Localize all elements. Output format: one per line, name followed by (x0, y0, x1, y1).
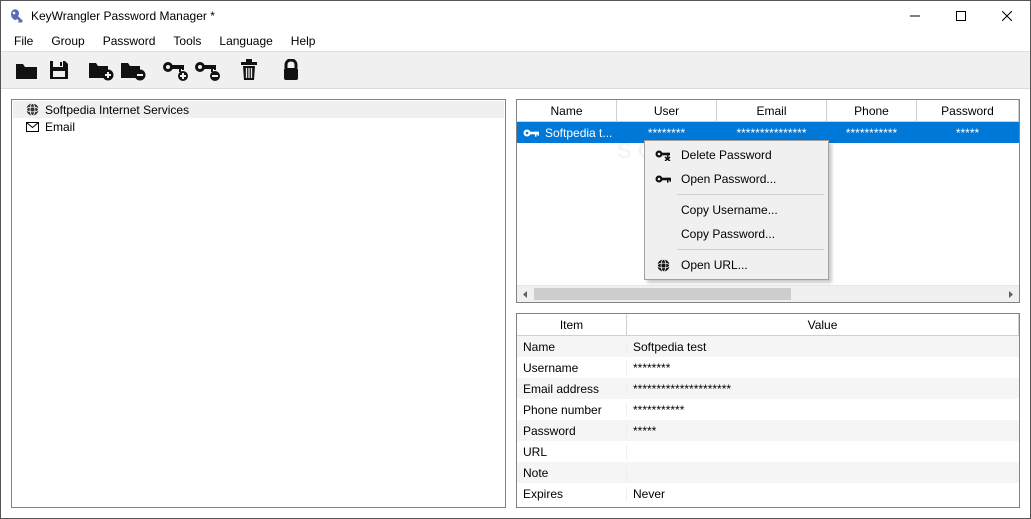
open-file-button[interactable] (11, 54, 43, 86)
ctx-separator (677, 194, 824, 195)
ctx-label: Copy Password... (681, 227, 775, 241)
app-icon (9, 8, 25, 24)
menu-password[interactable]: Password (94, 32, 165, 50)
app-window: KeyWrangler Password Manager * File Grou… (0, 0, 1031, 519)
save-button[interactable] (43, 54, 75, 86)
delete-button[interactable] (233, 54, 265, 86)
details-header: Item Value (517, 314, 1019, 336)
key-icon (523, 128, 539, 138)
column-header-phone[interactable]: Phone (827, 100, 917, 121)
add-group-button[interactable] (85, 54, 117, 86)
group-tree-panel: Softpedia Internet Services Email (11, 99, 506, 508)
scroll-left-button[interactable] (517, 286, 534, 302)
key-icon (653, 174, 673, 184)
ctx-label: Open Password... (681, 172, 776, 186)
detail-row-email: Email address********************* (517, 378, 1019, 399)
close-button[interactable] (984, 1, 1030, 31)
ctx-open-password[interactable]: Open Password... (647, 167, 826, 191)
detail-row-url: URL (517, 441, 1019, 462)
ctx-copy-username[interactable]: Copy Username... (647, 198, 826, 222)
details-header-value[interactable]: Value (627, 314, 1019, 335)
horizontal-scrollbar[interactable] (517, 285, 1019, 302)
list-header: Name User Email Phone Password (517, 100, 1019, 122)
tree-item-label: Email (45, 120, 75, 134)
column-header-name[interactable]: Name (517, 100, 617, 121)
detail-row-note: Note (517, 462, 1019, 483)
menu-file[interactable]: File (5, 32, 42, 50)
tree-item-label: Softpedia Internet Services (45, 103, 189, 117)
minimize-button[interactable] (892, 1, 938, 31)
ctx-delete-password[interactable]: Delete Password (647, 143, 826, 167)
detail-row-name: NameSoftpedia test (517, 336, 1019, 357)
password-list-panel: Name User Email Phone Password Softpedia… (516, 99, 1020, 303)
column-header-password[interactable]: Password (917, 100, 1019, 121)
menu-group[interactable]: Group (42, 32, 93, 50)
details-panel: Item Value NameSoftpedia test Username**… (516, 313, 1020, 508)
detail-row-expires: ExpiresNever (517, 483, 1019, 504)
globe-icon (25, 103, 39, 117)
ctx-separator (677, 249, 824, 250)
menu-help[interactable]: Help (282, 32, 325, 50)
column-header-email[interactable]: Email (717, 100, 827, 121)
menu-language[interactable]: Language (210, 32, 281, 50)
ctx-open-url[interactable]: Open URL... (647, 253, 826, 277)
content-area: Softpedia Internet Services Email Name U… (1, 89, 1030, 518)
ctx-copy-password[interactable]: Copy Password... (647, 222, 826, 246)
globe-icon (653, 259, 673, 272)
ctx-label: Copy Username... (681, 203, 778, 217)
context-menu: Delete Password Open Password... Copy Us… (644, 140, 829, 280)
menubar: File Group Password Tools Language Help (1, 31, 1030, 51)
window-title: KeyWrangler Password Manager * (31, 9, 892, 23)
toolbar (1, 51, 1030, 89)
envelope-icon (25, 120, 39, 134)
detail-row-phone: Phone number*********** (517, 399, 1019, 420)
scroll-right-button[interactable] (1002, 286, 1019, 302)
scroll-track[interactable] (534, 286, 1002, 302)
tree-item-email[interactable]: Email (13, 118, 504, 135)
cell-password: ***** (917, 122, 1019, 143)
scroll-thumb[interactable] (534, 288, 791, 300)
tree-item-internet-services[interactable]: Softpedia Internet Services (13, 101, 504, 118)
maximize-button[interactable] (938, 1, 984, 31)
ctx-label: Open URL... (681, 258, 748, 272)
column-header-user[interactable]: User (617, 100, 717, 121)
cell-name: Softpedia t... (545, 126, 612, 140)
remove-group-button[interactable] (117, 54, 149, 86)
details-header-item[interactable]: Item (517, 314, 627, 335)
menu-tools[interactable]: Tools (164, 32, 210, 50)
detail-row-username: Username******** (517, 357, 1019, 378)
ctx-label: Delete Password (681, 148, 772, 162)
window-controls (892, 1, 1030, 31)
titlebar: KeyWrangler Password Manager * (1, 1, 1030, 31)
key-delete-icon (653, 149, 673, 161)
cell-phone: *********** (827, 122, 917, 143)
right-column: Name User Email Phone Password Softpedia… (516, 99, 1020, 508)
remove-password-button[interactable] (191, 54, 223, 86)
detail-row-password: Password***** (517, 420, 1019, 441)
lock-button[interactable] (275, 54, 307, 86)
add-password-button[interactable] (159, 54, 191, 86)
